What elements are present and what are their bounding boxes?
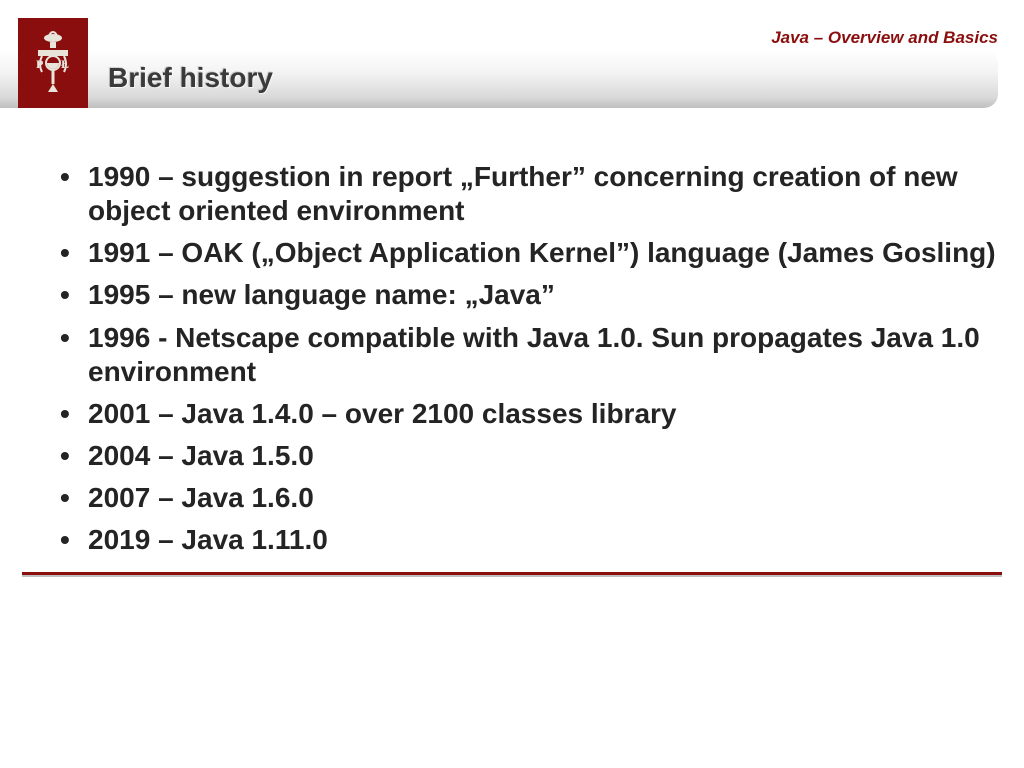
list-item: 1991 – OAK („Object Application Kernel”)… bbox=[60, 232, 1004, 274]
list-item: 2001 – Java 1.4.0 – over 2100 classes li… bbox=[60, 393, 1004, 435]
list-item: 1990 – suggestion in report „Further” co… bbox=[60, 156, 1004, 232]
footer-divider bbox=[22, 572, 1002, 577]
slide-title: Brief history bbox=[108, 62, 273, 94]
list-item: 1995 – new language name: „Java” bbox=[60, 274, 1004, 316]
bullet-list: 1990 – suggestion in report „Further” co… bbox=[60, 156, 1004, 562]
list-item: 1996 - Netscape compatible with Java 1.0… bbox=[60, 317, 1004, 393]
list-item: 2007 – Java 1.6.0 bbox=[60, 477, 1004, 519]
slide-body: 1990 – suggestion in report „Further” co… bbox=[0, 108, 1024, 562]
university-crest-icon: P Ł bbox=[18, 18, 88, 108]
list-item: 2004 – Java 1.5.0 bbox=[60, 435, 1004, 477]
slide-header: Java – Overview and Basics P Ł Brief his… bbox=[0, 0, 1024, 108]
list-item: 2019 – Java 1.11.0 bbox=[60, 519, 1004, 561]
course-subtitle: Java – Overview and Basics bbox=[0, 28, 998, 48]
